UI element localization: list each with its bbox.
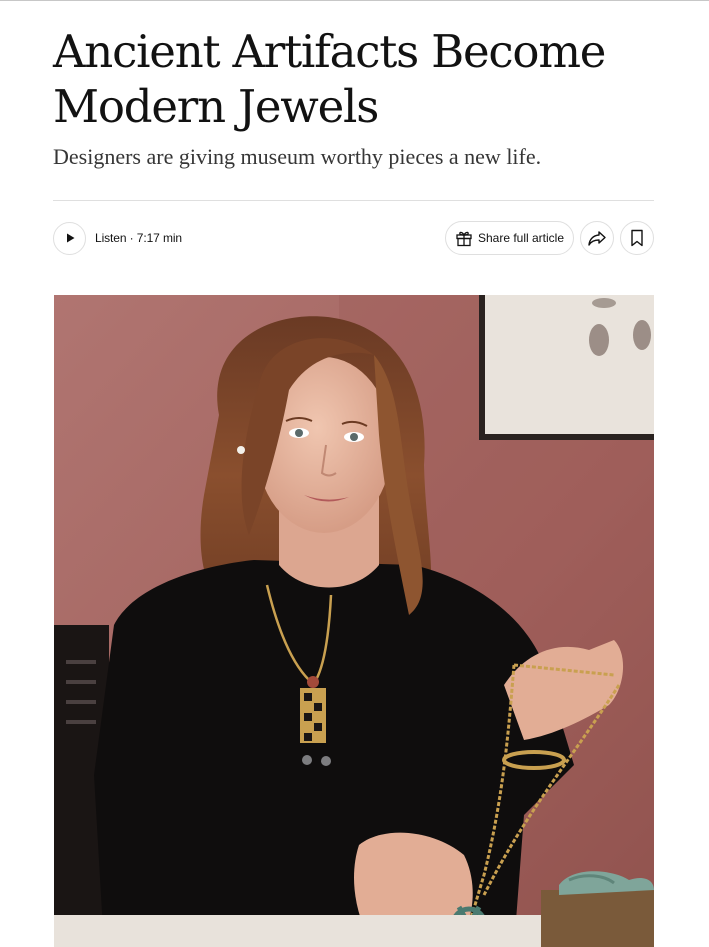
listen-button[interactable]: Listen · 7:17 min <box>53 221 182 255</box>
play-icon <box>53 221 86 255</box>
share-full-article-button[interactable]: Share full article <box>445 221 574 255</box>
share-button[interactable] <box>580 221 614 255</box>
gift-icon <box>455 229 473 247</box>
share-full-article-label: Share full article <box>477 231 565 245</box>
top-rule <box>0 0 709 1</box>
article-summary: Designers are giving museum worthy piece… <box>53 144 542 169</box>
share-icon <box>587 229 607 247</box>
article-toolbar: Listen · 7:17 min Share full article <box>53 221 654 255</box>
listen-label: Listen · 7:17 min <box>95 231 183 245</box>
header-divider <box>53 200 654 201</box>
lead-photo <box>54 295 654 947</box>
save-button[interactable] <box>620 221 654 255</box>
article-headline: Ancient Artifacts Become Modern Jewels <box>53 25 606 133</box>
bookmark-icon <box>630 229 644 247</box>
